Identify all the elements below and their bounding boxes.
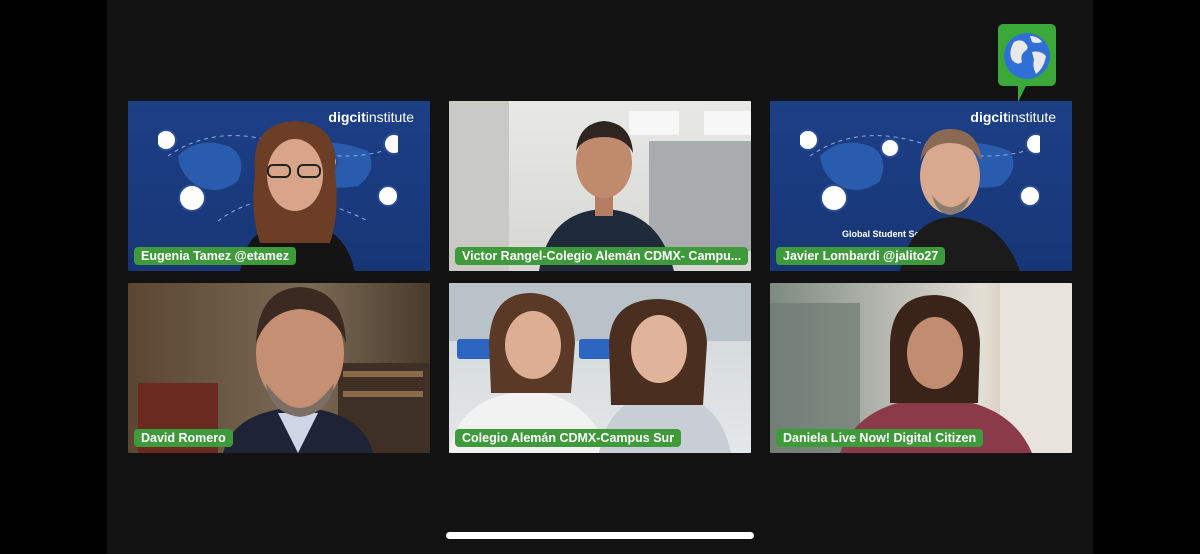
participant-name-label: Javier Lombardi @jalito27 [776,247,946,265]
participant-tile[interactable]: digcitinstitute Global Student Series Ja… [770,101,1072,271]
participant-name-label: David Romero [134,429,233,447]
participant-name-label: Daniela Live Now! Digital Citizen [776,429,984,447]
participant-video [449,283,751,453]
participant-name-label: Colegio Alemán CDMX-Campus Sur [455,429,682,447]
globe-speech-bubble-icon [998,24,1056,102]
participant-video [449,101,751,271]
participant-video [770,283,1072,453]
participant-name-label: Victor Rangel-Colegio Alemán CDMX- Campu… [455,247,749,265]
participant-tile[interactable]: Victor Rangel-Colegio Alemán CDMX- Campu… [449,101,751,271]
participant-name-label: Eugenia Tamez @etamez [134,247,297,265]
home-indicator[interactable] [446,532,754,539]
participant-tile[interactable]: David Romero [128,283,430,453]
participant-video [138,287,430,453]
call-screen [107,0,1093,554]
participant-tile[interactable]: Colegio Alemán CDMX-Campus Sur [449,283,751,453]
participant-tile[interactable]: digcitinstitute Eugenia Tamez @etamez [128,101,430,271]
participant-tile[interactable]: Daniela Live Now! Digital Citizen [770,283,1072,453]
